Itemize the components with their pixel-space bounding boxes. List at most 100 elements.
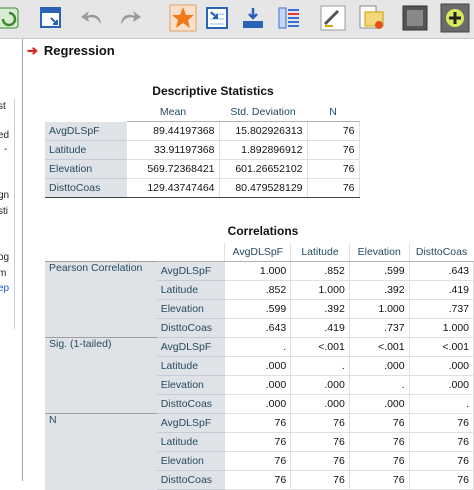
value-cell: .000 bbox=[290, 394, 350, 414]
group-label: N bbox=[45, 413, 157, 490]
mean-cell: 89.44197368 bbox=[127, 121, 220, 141]
data-editor-icon bbox=[40, 7, 61, 28]
export-button[interactable] bbox=[356, 3, 386, 33]
variable-label: Latitude bbox=[156, 356, 225, 376]
star-button[interactable] bbox=[168, 3, 198, 33]
value-cell: . bbox=[224, 337, 292, 357]
data-editor-button[interactable] bbox=[36, 3, 66, 33]
undo-icon bbox=[81, 11, 101, 25]
mean-cell: 129.43747464 bbox=[127, 178, 220, 198]
n-cell: 76 bbox=[307, 140, 360, 160]
variable-label: Latitude bbox=[156, 432, 225, 452]
std-deviation-cell: 15.802926313 bbox=[219, 121, 308, 141]
edit-output-button[interactable] bbox=[318, 3, 348, 33]
value-cell: 76 bbox=[409, 432, 474, 452]
value-cell: . bbox=[409, 394, 474, 414]
value-cell: .599 bbox=[349, 261, 410, 281]
section-title: Regression bbox=[43, 43, 115, 58]
value-cell: .000 bbox=[409, 375, 474, 395]
value-cell: 76 bbox=[349, 451, 410, 471]
value-cell: .643 bbox=[409, 261, 474, 281]
variable-label: AvgDLSpF bbox=[156, 337, 225, 357]
variables-icon bbox=[278, 7, 299, 29]
n-cell: 76 bbox=[307, 121, 360, 141]
outline-fragment[interactable]: ep bbox=[0, 283, 9, 294]
value-cell: <.001 bbox=[349, 337, 410, 357]
output-viewer: ➔ Regression Descriptive Statistics Mean … bbox=[23, 39, 474, 490]
mean-cell: 33.91197368 bbox=[127, 140, 220, 160]
table-row: N AvgDLSpF 76 76 76 76 bbox=[45, 413, 474, 490]
value-cell: .643 bbox=[224, 318, 292, 338]
add-button[interactable] bbox=[440, 3, 470, 33]
value-cell: .000 bbox=[224, 356, 292, 376]
value-cell: .392 bbox=[349, 280, 410, 300]
outline-fragment[interactable]: sti bbox=[0, 206, 8, 217]
output-outline-pane[interactable]: st ed - gn sti og m ep bbox=[0, 39, 23, 481]
redo-button[interactable] bbox=[116, 3, 146, 33]
value-cell: 76 bbox=[349, 470, 410, 490]
insert-variable-icon bbox=[243, 8, 263, 28]
table-row: Pearson Correlation AvgDLSpF 1.000.852.599… bbox=[45, 261, 474, 338]
value-cell: .599 bbox=[224, 299, 292, 319]
outline-fragment[interactable]: st bbox=[0, 101, 6, 112]
descriptive-statistics-table[interactable]: Mean Std. Deviation N AvgDLSpF 89.4419736… bbox=[45, 103, 360, 198]
std-deviation-cell: 1.892896912 bbox=[219, 140, 308, 160]
value-cell: 76 bbox=[349, 413, 410, 433]
std-deviation-cell: 601.26652102 bbox=[219, 159, 308, 179]
variable-label: AvgDLSpF bbox=[156, 413, 225, 433]
value-cell: .000 bbox=[224, 394, 292, 414]
export-icon bbox=[359, 5, 384, 29]
std-deviation-cell: 80.479528129 bbox=[219, 178, 308, 198]
insert-variable-button[interactable] bbox=[238, 3, 268, 33]
section-heading[interactable]: ➔ Regression bbox=[27, 43, 115, 59]
value-cell: 76 bbox=[290, 470, 350, 490]
table-row: DisttoCoas 129.43747464 80.479528129 76 bbox=[45, 178, 360, 198]
column-header: Mean bbox=[127, 103, 219, 122]
descriptive-statistics-title: Descriptive Statistics bbox=[152, 84, 274, 98]
table-header-row: AvgDLSpF Latitude Elevation DisttoCoas bbox=[45, 243, 474, 262]
variables-button[interactable] bbox=[274, 3, 304, 33]
value-cell: .000 bbox=[349, 394, 410, 414]
group-label: Sig. (1-tailed) bbox=[45, 337, 157, 414]
redo-icon bbox=[121, 11, 141, 25]
value-cell: 76 bbox=[349, 432, 410, 452]
column-header: Elevation bbox=[348, 243, 410, 262]
table-row: Latitude 33.91197368 1.892896912 76 bbox=[45, 140, 360, 160]
value-cell: 76 bbox=[290, 413, 350, 433]
value-cell: 1.000 bbox=[349, 299, 410, 319]
value-cell: .000 bbox=[409, 356, 474, 376]
column-header: Std. Deviation bbox=[219, 103, 307, 122]
corner-cell bbox=[45, 243, 157, 262]
outline-fragment[interactable]: - bbox=[4, 144, 7, 155]
recall-dialog-button[interactable] bbox=[0, 3, 24, 33]
table-row: Elevation 569.72368421 601.26652102 76 bbox=[45, 159, 360, 179]
outline-fragment[interactable]: m bbox=[0, 268, 6, 279]
variable-label: DisttoCoas bbox=[156, 318, 225, 338]
screen-button[interactable] bbox=[400, 3, 430, 33]
value-cell: 76 bbox=[224, 432, 292, 452]
outline-tree-line bbox=[14, 99, 15, 329]
value-cell: 76 bbox=[224, 451, 292, 471]
correlations-table[interactable]: AvgDLSpF Latitude Elevation DisttoCoas P… bbox=[45, 243, 474, 490]
column-header: DisttoCoas bbox=[408, 243, 474, 262]
edit-output-icon bbox=[320, 5, 346, 31]
value-cell: 76 bbox=[224, 413, 292, 433]
column-header: AvgDLSpF bbox=[224, 243, 291, 262]
row-label: DisttoCoas bbox=[45, 178, 127, 198]
corner-cell bbox=[45, 103, 127, 122]
outline-fragment[interactable]: gn bbox=[0, 190, 9, 201]
table-row: AvgDLSpF 89.44197368 15.802926313 76 bbox=[45, 121, 360, 141]
value-cell: 76 bbox=[409, 470, 474, 490]
value-cell: <.001 bbox=[409, 337, 474, 357]
outline-fragment[interactable]: og bbox=[0, 252, 9, 263]
goto-case-button[interactable] bbox=[202, 3, 232, 33]
value-cell: <.001 bbox=[290, 337, 350, 357]
row-label: Elevation bbox=[45, 159, 127, 179]
column-header: Latitude bbox=[290, 243, 350, 262]
n-cell: 76 bbox=[307, 159, 360, 179]
group-label: Pearson Correlation bbox=[45, 261, 157, 338]
undo-button[interactable] bbox=[78, 3, 108, 33]
variable-label: Latitude bbox=[156, 280, 225, 300]
outline-fragment[interactable]: ed bbox=[0, 130, 9, 141]
n-cell: 76 bbox=[307, 178, 360, 198]
